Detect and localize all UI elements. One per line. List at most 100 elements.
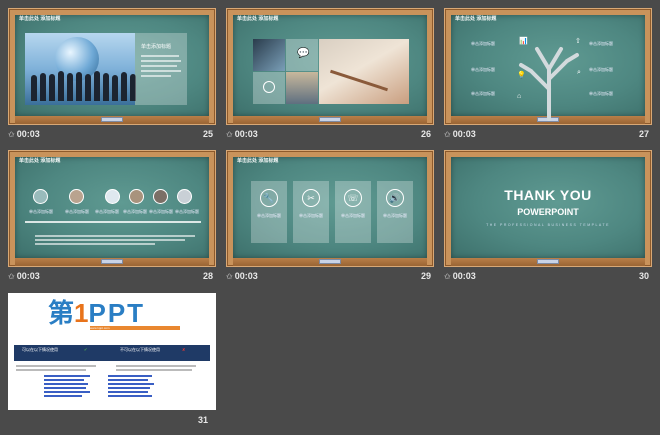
slide-timing: 00:03 xyxy=(16,271,40,281)
photo-tile-notebook xyxy=(319,39,409,104)
chalk-tray xyxy=(233,116,427,124)
slide-timing: 00:03 xyxy=(234,271,258,281)
slide-timing: 00:03 xyxy=(16,129,40,139)
transition-star-icon[interactable]: ✩ xyxy=(226,272,233,281)
slide-thumbnail-28[interactable]: 单击此处 添加标题 单击添加标题 单击添加标题 单击添加标题 单击添加标题 单击… xyxy=(8,150,216,295)
transition-star-icon[interactable]: ✩ xyxy=(444,130,451,139)
tree-label: 单击添加标题 xyxy=(589,41,613,46)
tree-label: 单击添加标题 xyxy=(589,91,613,96)
circle-photo xyxy=(129,189,144,204)
feature-card: 🔊 单击添加标题 xyxy=(377,181,413,243)
slide-thumbnail-29[interactable]: 单击此处 添加标题 🔧 单击添加标题 ✂ 单击添加标题 ☏ 单击添加标题 🔊 单… xyxy=(226,150,434,295)
photo-label: 单击添加标题 xyxy=(95,209,119,214)
business-team-photo xyxy=(25,33,136,105)
speaker-icon: 🔊 xyxy=(386,189,404,207)
slide-thumbnail-26[interactable]: 单击此处 添加标题 💬 ✩ 00:03 26 xyxy=(226,8,434,153)
feature-card: ✂ 单击添加标题 xyxy=(293,181,329,243)
eraser-icon xyxy=(319,117,341,122)
slide-title: 单击此处 添加标题 xyxy=(19,16,61,22)
photo-label: 单击添加标题 xyxy=(29,209,53,214)
chat-bubble-icon: 💬 xyxy=(297,48,310,59)
slide-number: 26 xyxy=(420,129,431,139)
tools-icon: ✂ xyxy=(302,189,320,207)
transition-star-icon[interactable]: ✩ xyxy=(8,130,15,139)
slide-thumbnail-27[interactable]: 单击此处 添加标题 📊 ⇧ 💡 ⌕ ⌂ 单击添加标题 单击添加标题 单击添加标题… xyxy=(444,8,652,153)
search-icon: ⌕ xyxy=(577,69,581,76)
divider-line xyxy=(25,221,201,223)
slide-meta: ✩ 00:03 26 xyxy=(226,128,434,144)
transition-star-icon[interactable]: ✩ xyxy=(8,272,15,281)
photo-tile-city xyxy=(286,72,318,104)
eraser-icon xyxy=(101,117,123,122)
circle-photo xyxy=(105,189,120,204)
slide-preview: 单击此处 添加标题 🔧 单击添加标题 ✂ 单击添加标题 ☏ 单击添加标题 🔊 单… xyxy=(226,150,434,267)
tree-label: 单击添加标题 xyxy=(471,41,495,46)
slide-number: 25 xyxy=(202,129,213,139)
transition-star-icon[interactable]: ✩ xyxy=(444,272,451,281)
circle-photo xyxy=(153,189,168,204)
slide-meta: ✩ 00:03 28 xyxy=(8,270,216,286)
powerpoint-subtitle: POWERPOINT xyxy=(517,207,579,217)
message-icon xyxy=(263,81,275,93)
1ppt-logo: 第1PPT xyxy=(48,298,146,328)
eraser-icon xyxy=(101,259,123,264)
slide-timing: 00:03 xyxy=(452,271,476,281)
slide-title: 单击此处 添加标题 xyxy=(19,158,61,164)
slide-preview: 单击此处 添加标题 📊 ⇧ 💡 ⌕ ⌂ 单击添加标题 单击添加标题 单击添加标题… xyxy=(444,8,652,125)
slide-meta: ✩ 00:03 29 xyxy=(226,270,434,286)
slide-number: 30 xyxy=(638,271,649,281)
transition-star-icon[interactable]: ✩ xyxy=(226,130,233,139)
photo-label: 单击添加标题 xyxy=(175,209,199,214)
people-silhouettes xyxy=(31,71,136,101)
chalk-tray xyxy=(15,258,209,266)
slide-number: 28 xyxy=(202,271,213,281)
chart-icon: 📊 xyxy=(519,38,528,45)
slide-meta: ✩ 00:03 30 xyxy=(444,270,652,286)
photo-label: 单击添加标题 xyxy=(149,209,173,214)
slide-thumbnail-30[interactable]: THANK YOU POWERPOINT THE PROFESSIONAL BU… xyxy=(444,150,652,295)
slide-meta: ✩ 00:03 27 xyxy=(444,128,652,144)
tree-label: 单击添加标题 xyxy=(471,91,495,96)
slide-timing: 00:03 xyxy=(234,129,258,139)
lightbulb-icon: 💡 xyxy=(517,72,526,79)
chalk-tray xyxy=(233,258,427,266)
phone-icon: ☏ xyxy=(344,189,362,207)
circle-photo xyxy=(33,189,48,204)
pencil-graphic xyxy=(330,69,388,92)
upload-icon: ⇧ xyxy=(575,38,581,45)
usage-band: 可以在以下情况使用 ✔ 不可以在以下情况使用 ✘ xyxy=(14,345,210,361)
circle-photo xyxy=(177,189,192,204)
message-tile xyxy=(253,72,285,104)
thank-you-title: THANK YOU xyxy=(504,187,592,203)
check-icon: ✔ xyxy=(84,347,88,352)
eraser-icon xyxy=(537,259,559,264)
photo-tile-office xyxy=(253,39,285,71)
slide-thumbnail-25[interactable]: 单击此处 添加标题 单击添加标题 ✩ 00:03 25 xyxy=(8,8,216,153)
slide-thumbnail-31[interactable]: 第1PPT www.1ppt.com 可以在以下情况使用 ✔ 不可以在以下情况使… xyxy=(8,293,216,410)
not-allowed-heading: 不可以在以下情况使用 xyxy=(120,347,160,352)
home-icon: ⌂ xyxy=(517,93,522,100)
wrench-icon: 🔧 xyxy=(260,189,278,207)
chalk-tray xyxy=(15,116,209,124)
feature-card: 🔧 单击添加标题 xyxy=(251,181,287,243)
slide-meta: ✩ 00:03 25 xyxy=(8,128,216,144)
circle-photo xyxy=(69,189,84,204)
chalk-tray xyxy=(451,258,645,266)
text-panel: 单击添加标题 xyxy=(135,33,187,105)
tree-label: 单击添加标题 xyxy=(471,67,495,72)
eraser-icon xyxy=(319,259,341,264)
slide-timing: 00:03 xyxy=(452,129,476,139)
cross-icon: ✘ xyxy=(182,347,186,352)
tree-label: 单击添加标题 xyxy=(589,67,613,72)
tagline: THE PROFESSIONAL BUSINESS TEMPLATE xyxy=(486,223,610,227)
chat-tile: 💬 xyxy=(286,39,318,71)
logo-url: www.1ppt.com xyxy=(90,326,180,330)
slide-preview: 单击此处 添加标题 单击添加标题 xyxy=(8,8,216,125)
allowed-heading: 可以在以下情况使用 xyxy=(22,347,58,352)
photo-label: 单击添加标题 xyxy=(123,209,147,214)
feature-card: ☏ 单击添加标题 xyxy=(335,181,371,243)
slide-number: 29 xyxy=(420,271,431,281)
slide-title: 单击此处 添加标题 xyxy=(237,16,279,22)
slide-preview: 单击此处 添加标题 💬 xyxy=(226,8,434,125)
slide-preview: THANK YOU POWERPOINT THE PROFESSIONAL BU… xyxy=(444,150,652,267)
